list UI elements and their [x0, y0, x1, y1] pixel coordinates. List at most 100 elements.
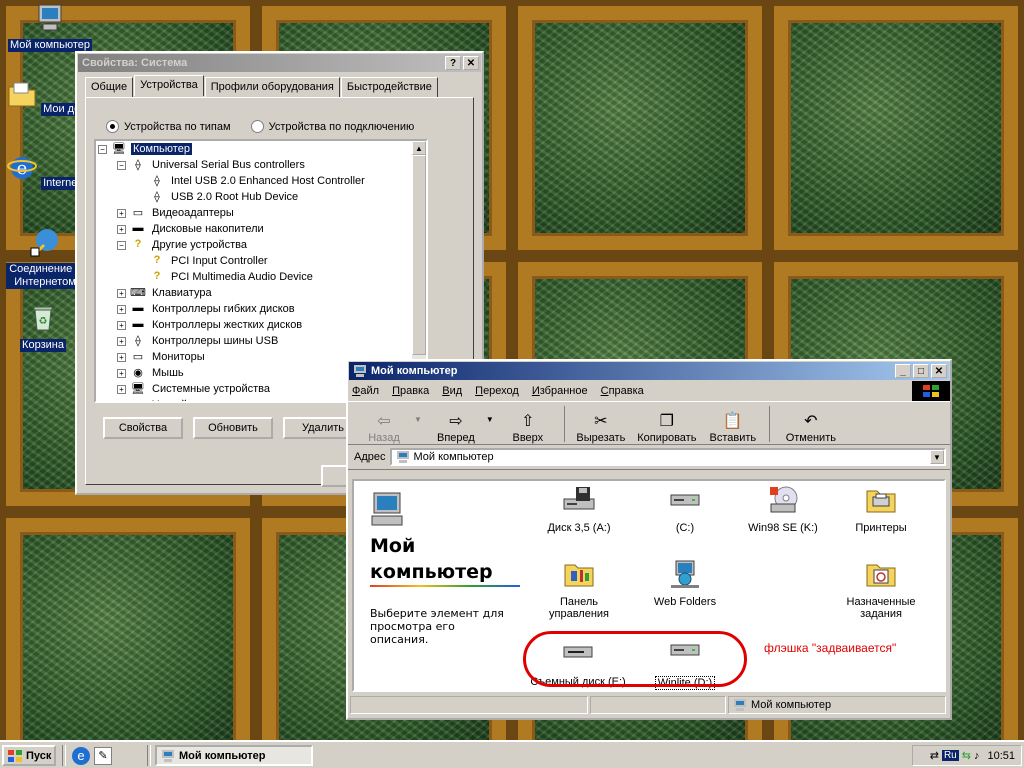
address-value: Мой компьютер [413, 451, 494, 463]
tree-expander[interactable]: − [117, 160, 126, 170]
tree-expander[interactable]: + [117, 400, 126, 401]
ie-quicklaunch-icon[interactable]: e [72, 747, 90, 765]
tree-expander[interactable]: + [117, 304, 126, 314]
computer-icon [396, 451, 409, 463]
tree-expander[interactable]: + [117, 352, 126, 362]
undo-icon: ↶ [804, 413, 818, 430]
properties-button[interactable]: Свойства [103, 417, 183, 439]
up-button[interactable]: ⇧ Вверх [498, 412, 558, 444]
help-button[interactable]: ? [445, 56, 461, 70]
desktop-quicklaunch-icon[interactable]: ✎ [94, 747, 112, 765]
tree-row[interactable]: + ▬ Контроллеры жестких дисков [96, 317, 426, 333]
scroll-thumb[interactable] [412, 155, 426, 355]
tree-row[interactable]: − 🖥 Компьютер [96, 141, 426, 157]
back-button[interactable]: ⇦ Назад [354, 412, 414, 444]
menu-favorites[interactable]: Избранное [532, 385, 588, 397]
tree-expander[interactable]: + [117, 336, 126, 346]
system-properties-titlebar[interactable]: Свойства: Система ? ✕ [78, 54, 481, 72]
tree-row[interactable]: + ⟠ Контроллеры шины USB [96, 333, 426, 349]
tab-performance[interactable]: Быстродействие [340, 77, 438, 98]
computer-icon [354, 365, 366, 377]
tree-row[interactable]: + ▭ Видеоадаптеры [96, 205, 426, 221]
tree-expander[interactable]: + [117, 368, 126, 378]
back-dropdown-icon[interactable]: ▼ [414, 415, 422, 424]
menu-bar: Файл Правка Вид Переход Избранное Справк… [348, 381, 950, 401]
menu-view[interactable]: Вид [442, 385, 462, 397]
menu-file[interactable]: Файл [352, 385, 379, 397]
radio-by-connection[interactable]: Устройства по подключению [250, 120, 414, 133]
printers-item[interactable]: Принтеры [836, 485, 926, 534]
tree-expander[interactable]: + [117, 288, 126, 298]
tree-expander[interactable]: − [117, 240, 126, 250]
menu-help[interactable]: Справка [601, 385, 644, 397]
start-button[interactable]: Пуск [2, 745, 56, 766]
tool-label: Отменить [785, 432, 836, 444]
copy-button[interactable]: ❐ Копировать [631, 412, 703, 444]
tray-network-icon[interactable]: ⇄ [930, 749, 939, 762]
explorer-titlebar[interactable]: Мой компьютер _ □ ✕ [349, 362, 949, 380]
radio-label: Устройства по типам [124, 120, 231, 133]
tree-expander[interactable]: − [98, 144, 107, 154]
control-panel-item[interactable]: Панель управления [534, 559, 624, 620]
paste-button[interactable]: 📋 Вставить [703, 412, 763, 444]
maximize-button[interactable]: □ [913, 364, 929, 378]
disk-icon: ▬ [132, 302, 144, 314]
taskbar-my-computer[interactable]: Мой компьютер [155, 745, 313, 766]
tree-row[interactable]: ⟠ Intel USB 2.0 Enhanced Host Controller [96, 173, 426, 189]
tree-label: Другие устройства [152, 239, 247, 251]
status-bar: Мой компьютер [350, 696, 948, 716]
address-input[interactable]: Мой компьютер ▼ [389, 448, 946, 466]
tree-row[interactable]: − ⟠ Universal Serial Bus controllers [96, 157, 426, 173]
status-segment [350, 696, 588, 714]
tree-expander[interactable]: + [117, 384, 126, 394]
tab-general[interactable]: Общие [85, 77, 134, 98]
close-button[interactable]: ✕ [463, 56, 479, 70]
web-folders-item[interactable]: Web Folders [640, 559, 730, 608]
item-label: Web Folders [653, 596, 717, 608]
tree-row[interactable]: + ▬ Дисковые накопители [96, 221, 426, 237]
tree-row[interactable]: −? Другие устройства [96, 237, 426, 253]
tree-row[interactable]: ? PCI Input Controller [96, 253, 426, 269]
desktop-icon-label: Соединение с Интернетом [6, 263, 84, 289]
tree-row[interactable]: + ⌨ Клавиатура [96, 285, 426, 301]
menu-edit[interactable]: Правка [392, 385, 429, 397]
hard-drive-icon [670, 494, 700, 506]
tray-speaker-icon[interactable]: ♪ [974, 750, 980, 762]
tree-expander[interactable]: + [117, 208, 126, 218]
tray-usb-icon[interactable]: ⇆ [962, 749, 971, 762]
monitor-icon: ▭ [132, 207, 144, 219]
undo-button[interactable]: ↶ Отменить [776, 412, 846, 444]
desktop-icon-my-documents[interactable]: Мои документы [6, 78, 80, 116]
tab-hardware-profiles[interactable]: Профили оборудования [204, 77, 340, 98]
radio-dot [250, 120, 264, 133]
forward-button[interactable]: ⇨ Вперед [426, 412, 486, 444]
close-button[interactable]: ✕ [931, 364, 947, 378]
drive-a-item[interactable]: Диск 3,5 (A:) [534, 485, 624, 534]
drive-k-item[interactable]: Win98 SE (K:) [738, 485, 828, 534]
radio-by-type[interactable]: Устройства по типам [106, 120, 231, 133]
tree-row[interactable]: ? PCI Multimedia Audio Device [96, 269, 426, 285]
refresh-button[interactable]: Обновить [193, 417, 273, 439]
tree-expander[interactable]: + [117, 224, 126, 234]
desktop-icon-internet-explorer[interactable]: e Internet Explorer [6, 152, 76, 190]
drive-c-item[interactable]: (C:) [640, 485, 730, 534]
scroll-up-button[interactable]: ▲ [412, 141, 426, 155]
language-indicator[interactable]: Ru [941, 750, 959, 761]
menu-go[interactable]: Переход [475, 385, 519, 397]
minimize-button[interactable]: _ [895, 364, 911, 378]
tree-row[interactable]: + ▬ Контроллеры гибких дисков [96, 301, 426, 317]
computer-icon: 🖥 [112, 143, 126, 155]
tab-devices[interactable]: Устройства [134, 75, 204, 96]
scheduled-tasks-item[interactable]: Назначенные задания [836, 559, 926, 620]
forward-dropdown-icon[interactable]: ▼ [486, 415, 494, 424]
address-dropdown-button[interactable]: ▼ [930, 450, 944, 464]
desktop-icon-my-computer[interactable]: Мой компьютер [6, 2, 94, 52]
desktop-icon-internet-connection[interactable]: Соединение с Интернетом [6, 226, 84, 289]
tree-label: Дисковые накопители [152, 223, 264, 235]
desktop-icon-recycle-bin[interactable]: ♻ Корзина [6, 302, 80, 352]
annotation-ellipse [523, 631, 747, 687]
tree-expander[interactable]: + [117, 320, 126, 330]
tree-row[interactable]: ⟠ USB 2.0 Root Hub Device [96, 189, 426, 205]
cut-button[interactable]: ✂ Вырезать [571, 412, 631, 444]
